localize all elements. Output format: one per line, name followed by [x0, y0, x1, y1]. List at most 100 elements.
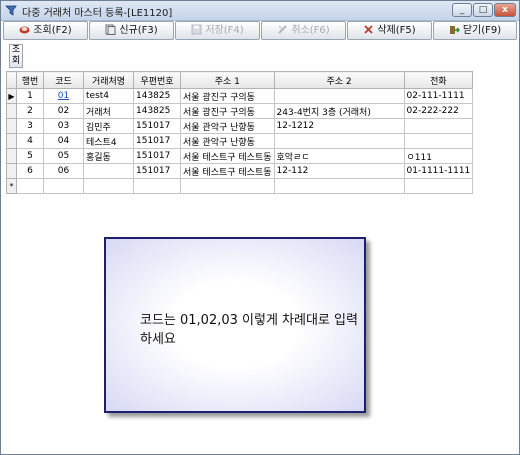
- table-row[interactable]: 6 06 151017 서울 테스트구 테스트동 12-112 01-1111-1111: [6, 163, 474, 179]
- customer-grid[interactable]: 행번 코드 거래처명 우편번호 주소 1 주소 2 전화 ▶ 1 01 test4 14…: [6, 71, 474, 194]
- row-indicator[interactable]: ▶: [6, 88, 17, 104]
- cell-postal-code[interactable]: [133, 178, 181, 194]
- toolbar: 조회(F2) 신규(F3) 저장(F4) 취소(F6) 삭제(F5) 닫기(F9…: [3, 21, 517, 41]
- header-postal-code[interactable]: 우편번호: [133, 71, 181, 89]
- table-row[interactable]: 4 04 테스트4 151017 서울 관악구 난향동: [6, 133, 474, 149]
- side-search-button[interactable]: 조 회: [9, 44, 23, 68]
- new-button-label: 신규(F3): [119, 25, 158, 36]
- cell-phone[interactable]: [403, 133, 474, 149]
- search-icon: [19, 26, 30, 34]
- cell-address-1[interactable]: 서울 테스트구 테스트동: [180, 148, 275, 164]
- cell-code[interactable]: 01: [43, 88, 84, 104]
- new-row[interactable]: *: [6, 178, 474, 194]
- row-indicator[interactable]: [6, 103, 17, 119]
- cell-code[interactable]: 05: [43, 148, 84, 164]
- cell-row-number[interactable]: 4: [16, 133, 44, 149]
- app-icon: [5, 5, 17, 16]
- cell-customer-name[interactable]: [83, 178, 134, 194]
- cell-postal-code[interactable]: 143825: [133, 88, 181, 104]
- table-row[interactable]: 5 05 홍길동 151017 서울 테스트구 테스트동 호악ㄹㄷ ㅇ111: [6, 148, 474, 164]
- header-phone[interactable]: 전화: [403, 71, 474, 89]
- maximize-button[interactable]: □: [473, 3, 493, 17]
- cell-address-1[interactable]: 서울 테스트구 테스트동: [180, 163, 275, 179]
- close-door-icon: [449, 26, 460, 34]
- cell-address-2[interactable]: 12-112: [273, 163, 405, 179]
- table-row[interactable]: 2 02 거래처 143825 서울 광진구 구의동 243-4번지 3층 (거래처) 02…: [6, 103, 474, 119]
- new-button[interactable]: 신규(F3): [89, 21, 174, 40]
- main-window: 다중 거래처 마스터 등록-[LE1120] _ □ x 조회(F2) 신규(F…: [0, 0, 520, 455]
- cell-customer-name[interactable]: 홍길동: [83, 148, 134, 164]
- header-customer-name[interactable]: 거래처명: [83, 71, 134, 89]
- cancel-button-label: 취소(F6): [291, 25, 330, 36]
- cell-phone[interactable]: [403, 178, 474, 194]
- minimize-button[interactable]: _: [452, 3, 472, 17]
- table-row[interactable]: ▶ 1 01 test4 143825 서울 광진구 구의동 02-111-1111: [6, 88, 474, 104]
- header-address-2[interactable]: 주소 2: [273, 71, 405, 89]
- save-icon: [191, 24, 202, 35]
- row-indicator[interactable]: [6, 133, 17, 149]
- cell-code[interactable]: 06: [43, 163, 84, 179]
- cell-address-2[interactable]: [273, 178, 405, 194]
- row-indicator[interactable]: [6, 163, 17, 179]
- cell-address-2[interactable]: [273, 88, 405, 104]
- cell-customer-name[interactable]: 거래처: [83, 103, 134, 119]
- close-form-button-label: 닫기(F9): [462, 25, 502, 36]
- cell-customer-name[interactable]: [83, 163, 134, 179]
- cell-address-2[interactable]: 12-1212: [273, 118, 405, 134]
- cell-address-2[interactable]: [273, 133, 405, 149]
- cancel-button[interactable]: 취소(F6): [261, 21, 346, 40]
- row-indicator[interactable]: [6, 148, 17, 164]
- cell-postal-code[interactable]: 143825: [133, 103, 181, 119]
- cell-address-1[interactable]: 서울 광진구 구의동: [180, 88, 275, 104]
- header-code[interactable]: 코드: [43, 71, 84, 89]
- save-button[interactable]: 저장(F4): [175, 21, 260, 40]
- cell-postal-code[interactable]: 151017: [133, 148, 181, 164]
- cell-customer-name[interactable]: 테스트4: [83, 133, 134, 149]
- cell-code[interactable]: 03: [43, 118, 84, 134]
- cell-address-2[interactable]: 243-4번지 3층 (거래처): [273, 103, 405, 119]
- cell-customer-name[interactable]: test4: [83, 88, 134, 104]
- row-indicator[interactable]: *: [6, 178, 17, 194]
- save-button-label: 저장(F4): [205, 25, 244, 36]
- table-row[interactable]: 3 03 김민주 151017 서울 관악구 난향동 12-1212: [6, 118, 474, 134]
- cell-address-1[interactable]: 서울 관악구 난향동: [180, 118, 275, 134]
- cell-row-number[interactable]: 5: [16, 148, 44, 164]
- header-address-1[interactable]: 주소 1: [180, 71, 275, 89]
- cell-row-number[interactable]: 1: [16, 88, 44, 104]
- cell-code[interactable]: [43, 178, 84, 194]
- cell-row-number[interactable]: [16, 178, 44, 194]
- cell-address-1[interactable]: 서울 관악구 난향동: [180, 133, 275, 149]
- cell-row-number[interactable]: 6: [16, 163, 44, 179]
- grid-header-row: 행번 코드 거래처명 우편번호 주소 1 주소 2 전화: [6, 71, 474, 89]
- search-button[interactable]: 조회(F2): [3, 21, 88, 40]
- cell-phone[interactable]: 01-1111-1111: [403, 163, 474, 179]
- grid-body: ▶ 1 01 test4 143825 서울 광진구 구의동 02-111-1111 2 02 거…: [6, 88, 474, 194]
- close-button[interactable]: x: [494, 3, 516, 17]
- cell-phone[interactable]: [403, 118, 474, 134]
- cell-postal-code[interactable]: 151017: [133, 163, 181, 179]
- cell-phone[interactable]: ㅇ111: [403, 148, 474, 164]
- delete-button[interactable]: 삭제(F5): [347, 21, 432, 40]
- header-row-number[interactable]: 행번: [16, 71, 44, 89]
- cell-code[interactable]: 04: [43, 133, 84, 149]
- close-form-button[interactable]: 닫기(F9): [433, 21, 517, 40]
- cell-postal-code[interactable]: 151017: [133, 133, 181, 149]
- row-indicator[interactable]: [6, 118, 17, 134]
- cell-phone[interactable]: 02-222-222: [403, 103, 474, 119]
- search-button-label: 조회(F2): [33, 25, 72, 36]
- cell-row-number[interactable]: 2: [16, 103, 44, 119]
- title-bar[interactable]: 다중 거래처 마스터 등록-[LE1120] _ □ x: [1, 1, 519, 21]
- instruction-note-text: 코드는 01,02,03 이렇게 차례대로 입력하세요: [140, 313, 358, 347]
- cell-code[interactable]: 02: [43, 103, 84, 119]
- cell-phone[interactable]: 02-111-1111: [403, 88, 474, 104]
- cell-row-number[interactable]: 3: [16, 118, 44, 134]
- instruction-note: 코드는 01,02,03 이렇게 차례대로 입력하세요: [104, 237, 366, 413]
- cell-address-1[interactable]: 서울 광진구 구의동: [180, 103, 275, 119]
- header-corner: [6, 71, 17, 89]
- new-icon: [105, 24, 116, 35]
- delete-icon: [364, 25, 373, 34]
- cell-postal-code[interactable]: 151017: [133, 118, 181, 134]
- cell-address-2[interactable]: 호악ㄹㄷ: [273, 148, 405, 164]
- cell-address-1[interactable]: [180, 178, 275, 194]
- cell-customer-name[interactable]: 김민주: [83, 118, 134, 134]
